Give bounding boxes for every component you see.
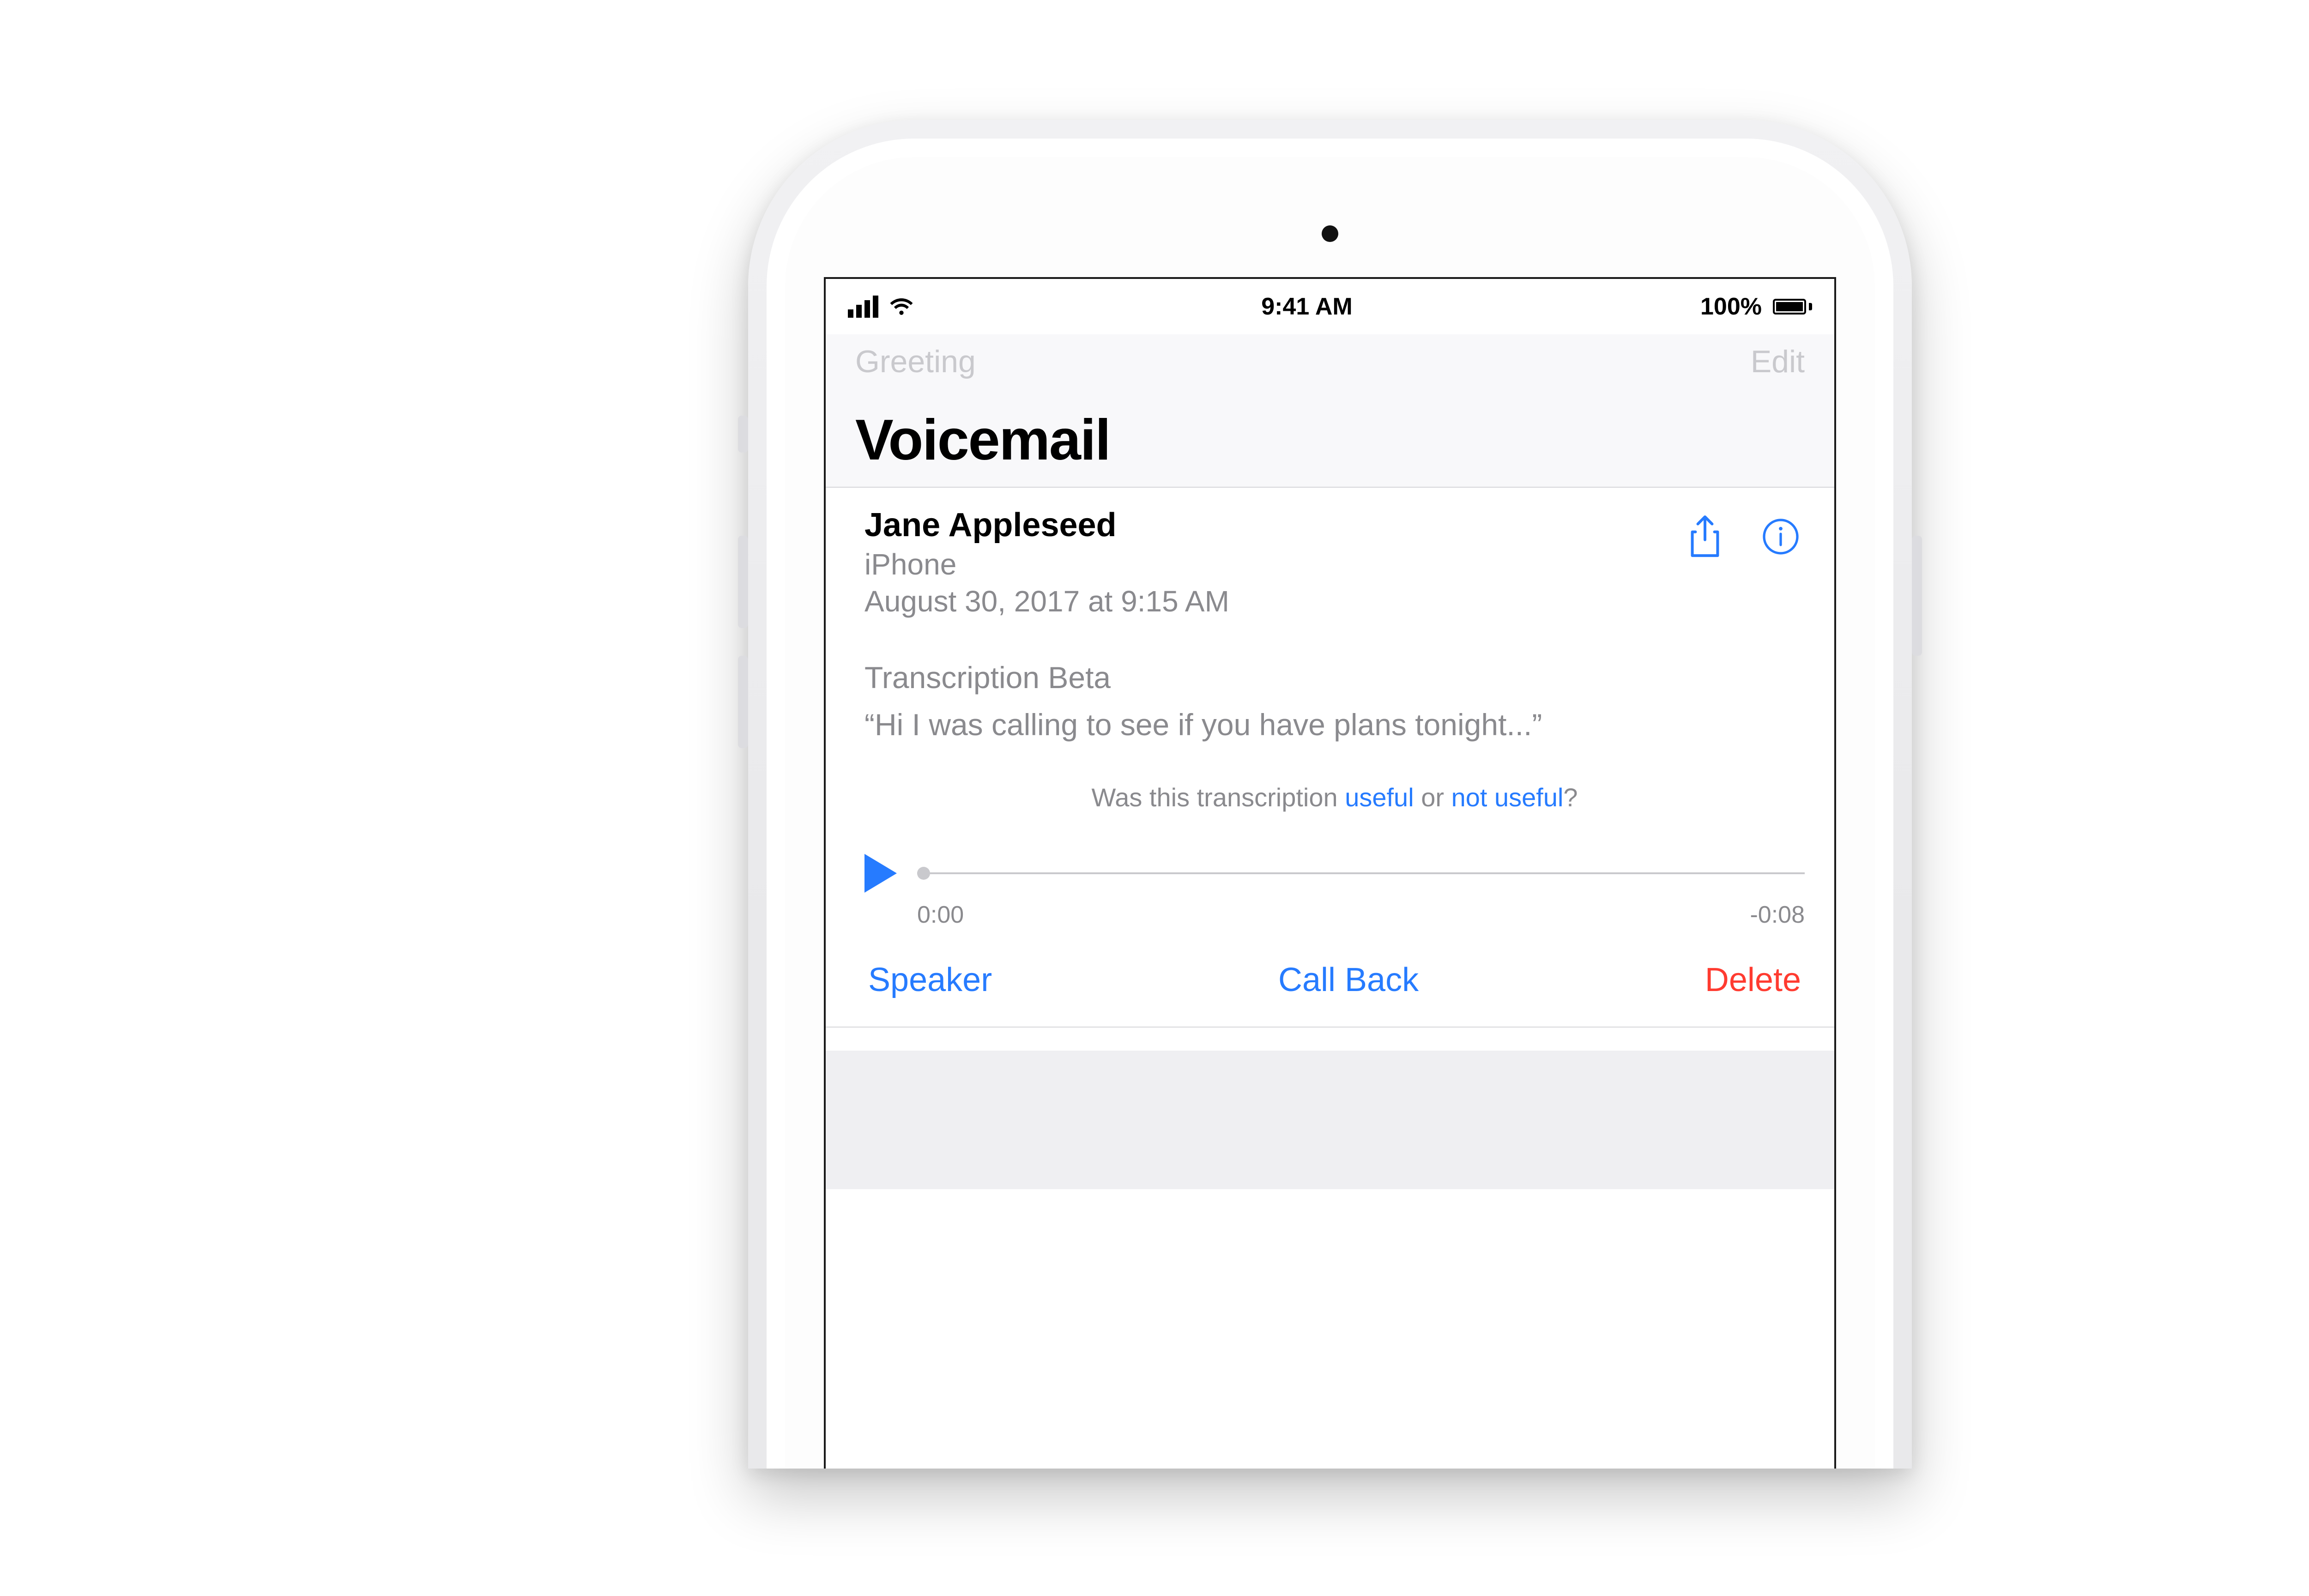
caller-device: iPhone: [864, 547, 1686, 581]
feedback-useful-link[interactable]: useful: [1345, 783, 1414, 812]
volume-up-button: [738, 536, 748, 628]
voicemail-item[interactable]: Jane Appleseed iPhone August 30, 2017 at…: [826, 488, 1834, 1028]
page-title: Voicemail: [855, 407, 1805, 473]
feedback-mid: or: [1414, 783, 1451, 812]
share-icon[interactable]: [1686, 514, 1724, 559]
proximity-sensor: [1322, 225, 1338, 242]
cellular-signal-icon: [848, 296, 878, 318]
transcription-text: “Hi I was calling to see if you have pla…: [864, 704, 1686, 745]
play-icon[interactable]: [864, 854, 897, 893]
voicemail-timestamp: August 30, 2017 at 9:15 AM: [864, 584, 1686, 618]
status-time: 9:41 AM: [1261, 293, 1352, 320]
playback-scrubber[interactable]: [917, 872, 1805, 874]
power-button: [1912, 536, 1922, 656]
nav-bar: Greeting Edit Voicemail: [826, 334, 1834, 488]
status-bar: 9:41 AM 100%: [826, 279, 1834, 334]
battery-percent: 100%: [1700, 293, 1762, 320]
greeting-button[interactable]: Greeting: [855, 344, 976, 380]
feedback-not-useful-link[interactable]: not useful: [1451, 783, 1564, 812]
wifi-icon: [889, 298, 913, 315]
caller-name: Jane Appleseed: [864, 506, 1686, 544]
transcription-label: Transcription Beta: [864, 660, 1805, 695]
edit-button[interactable]: Edit: [1751, 344, 1805, 380]
mute-switch: [738, 416, 748, 453]
feedback-suffix: ?: [1563, 783, 1578, 812]
delete-button[interactable]: Delete: [1705, 961, 1801, 999]
volume-down-button: [738, 656, 748, 748]
time-remaining: -0:08: [1750, 901, 1805, 929]
speaker-button[interactable]: Speaker: [868, 961, 992, 999]
call-back-button[interactable]: Call Back: [1278, 961, 1419, 999]
info-icon[interactable]: [1761, 514, 1800, 559]
scrubber-thumb[interactable]: [917, 867, 930, 880]
content-below-fold: [826, 1051, 1834, 1189]
iphone-frame: 9:41 AM 100% Greeting Edit: [748, 120, 1912, 1469]
feedback-prefix: Was this transcription: [1091, 783, 1345, 812]
battery-icon: [1773, 299, 1812, 314]
transcription-feedback: Was this transcription useful or not use…: [864, 782, 1805, 812]
time-elapsed: 0:00: [917, 901, 964, 929]
phone-screen: 9:41 AM 100% Greeting Edit: [824, 277, 1836, 1469]
